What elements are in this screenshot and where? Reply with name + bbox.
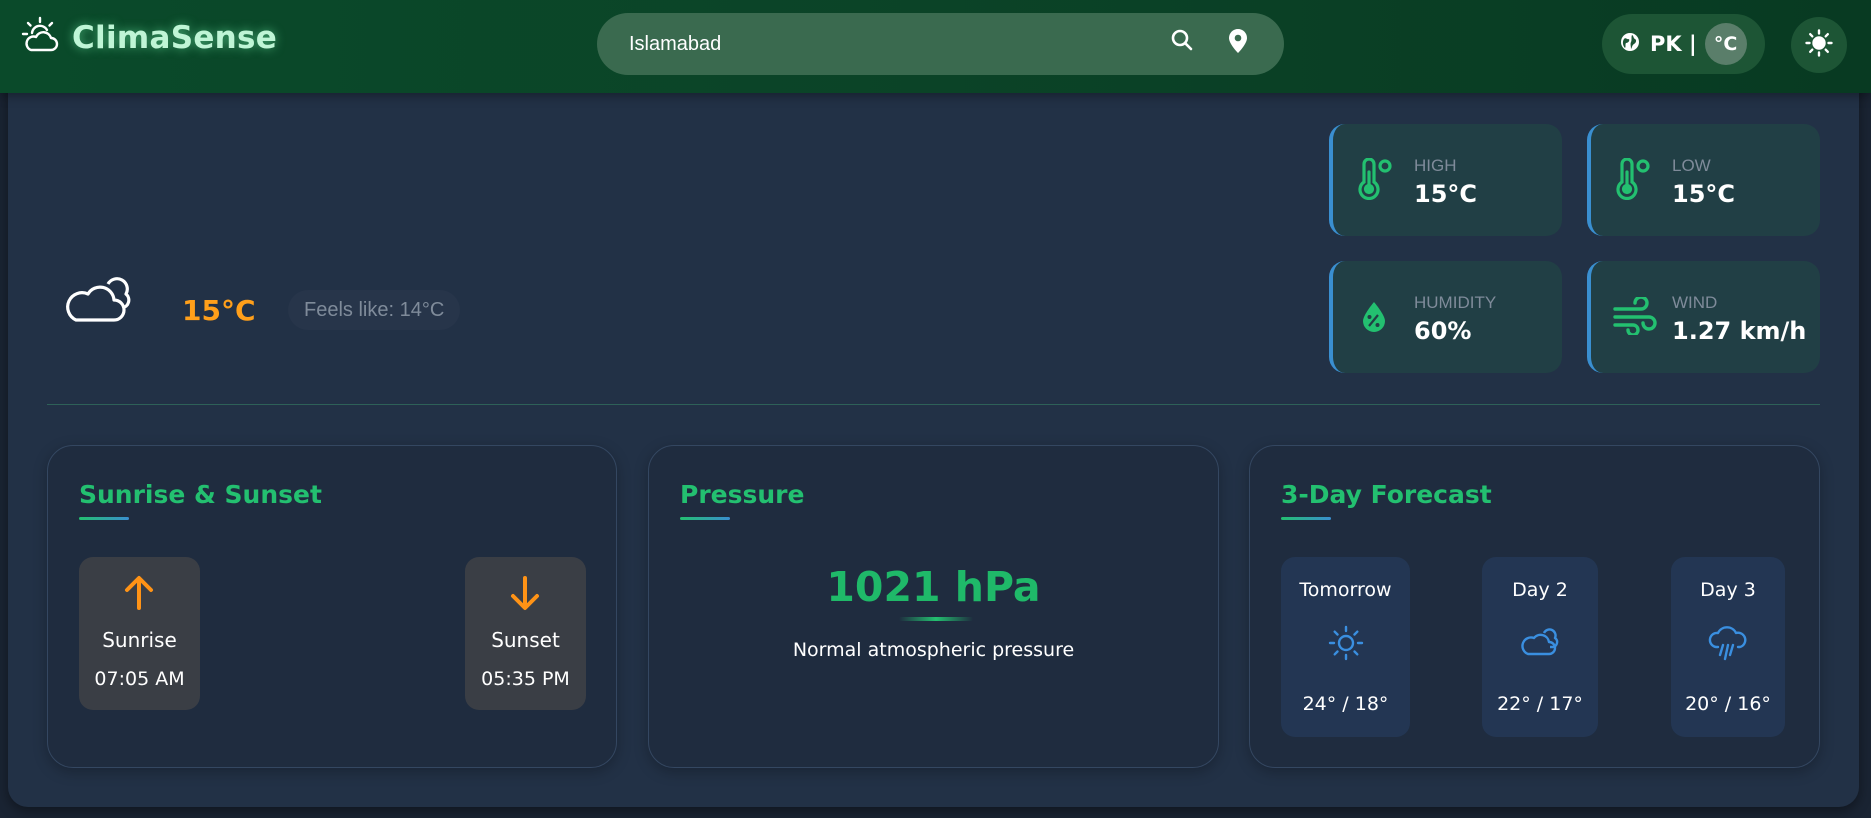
panel-title: 3-Day Forecast — [1281, 480, 1492, 509]
sunrise-card: Sunrise 07:05 AM — [79, 557, 200, 710]
arrow-down-icon — [509, 575, 541, 615]
sunrise-time: 07:05 AM — [94, 668, 185, 690]
forecast-day-label: Tomorrow — [1299, 579, 1392, 601]
city-search-input[interactable] — [629, 29, 1129, 59]
cloud-icon — [1520, 625, 1560, 663]
panel-title: Pressure — [680, 480, 805, 509]
high-temp-card: HIGH 15°C — [1329, 124, 1562, 236]
pressure-accent-line — [899, 617, 973, 621]
forecast-day-card[interactable]: Day 2 22° / 17° — [1482, 557, 1598, 737]
weather-main-panel: 15°C Feels like: 14°C HIGH 15°C LOW 15°C — [8, 60, 1859, 807]
search-icon[interactable] — [1170, 28, 1194, 56]
stat-value: 60% — [1414, 317, 1472, 345]
sunset-label: Sunset — [491, 628, 560, 652]
wind-icon — [1613, 295, 1657, 339]
rain-cloud-icon — [1708, 625, 1748, 667]
pressure-panel: Pressure 1021 hPa Normal atmospheric pre… — [648, 445, 1219, 768]
location-pin-icon[interactable] — [1229, 29, 1247, 57]
forecast-day-card[interactable]: Day 3 20° / 16° — [1671, 557, 1785, 737]
title-underline — [680, 517, 730, 520]
sun-icon — [1328, 625, 1364, 665]
panel-title: Sunrise & Sunset — [79, 480, 322, 509]
thermometer-icon — [1355, 157, 1397, 204]
app-name: ClimaSense — [72, 20, 278, 56]
current-temperature: 15°C — [182, 294, 256, 327]
thermometer-icon — [1613, 157, 1655, 204]
sun-cloud-logo-icon — [20, 16, 60, 60]
humidity-card: HUMIDITY 60% — [1329, 261, 1562, 373]
wind-card: WIND 1.27 km/h — [1587, 261, 1820, 373]
pressure-value: 1021 hPa — [826, 563, 1041, 611]
stat-label: WIND — [1672, 293, 1718, 312]
stat-value: 15°C — [1414, 180, 1478, 208]
globe-icon — [1620, 32, 1640, 56]
forecast-panel: 3-Day Forecast Tomorrow 24° / 18° Day 2 — [1249, 445, 1820, 768]
arrow-up-icon — [123, 575, 155, 615]
stat-label: HUMIDITY — [1414, 293, 1497, 312]
country-code: PK | — [1650, 32, 1697, 56]
stat-label: LOW — [1672, 156, 1711, 175]
section-divider — [47, 404, 1820, 405]
sunrise-label: Sunrise — [102, 628, 177, 652]
stat-value: 15°C — [1672, 180, 1736, 208]
low-temp-card: LOW 15°C — [1587, 124, 1820, 236]
app-header: ClimaSense PK | °C — [0, 0, 1871, 93]
title-underline — [1281, 517, 1331, 520]
forecast-day-label: Day 2 — [1512, 579, 1568, 601]
title-underline — [79, 517, 129, 520]
sunrise-sunset-panel: Sunrise & Sunset Sunrise 07:05 AM Sunset… — [47, 445, 617, 768]
theme-toggle-button[interactable] — [1791, 17, 1847, 73]
forecast-temps: 20° / 16° — [1685, 693, 1771, 715]
sun-icon — [1805, 29, 1833, 61]
cloud-icon — [64, 272, 134, 328]
forecast-day-label: Day 3 — [1700, 579, 1756, 601]
app-logo[interactable]: ClimaSense — [20, 16, 277, 60]
temperature-unit-badge[interactable]: °C — [1704, 23, 1747, 65]
unit-toggle[interactable]: PK | °C — [1602, 14, 1765, 74]
humidity-drop-icon — [1361, 301, 1387, 337]
feels-like-text: Feels like: 14°C — [288, 290, 461, 330]
forecast-day-card[interactable]: Tomorrow 24° / 18° — [1281, 557, 1410, 737]
sunset-time: 05:35 PM — [481, 668, 570, 690]
stat-value: 1.27 km/h — [1672, 317, 1807, 345]
sunset-card: Sunset 05:35 PM — [465, 557, 586, 710]
forecast-temps: 24° / 18° — [1302, 693, 1389, 715]
pressure-description: Normal atmospheric pressure — [792, 639, 1075, 661]
forecast-temps: 22° / 17° — [1497, 693, 1583, 715]
stat-label: HIGH — [1414, 156, 1457, 175]
